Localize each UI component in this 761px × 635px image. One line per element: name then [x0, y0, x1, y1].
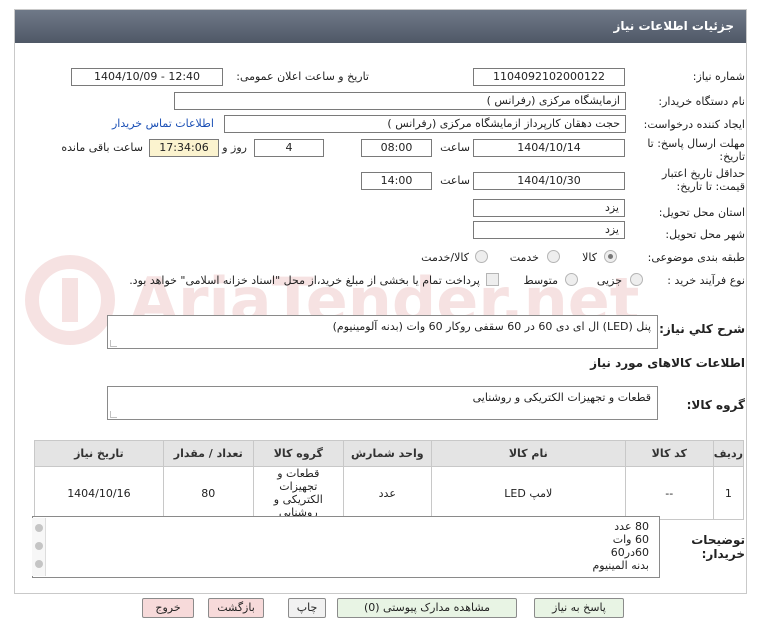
category-option-service: خدمت	[509, 251, 539, 264]
goods-group-text: قطعات و تجهیزات الکتریکی و روشنایی	[472, 391, 651, 404]
province-label: استان محل تحویل:	[658, 206, 745, 219]
table-header-row: ردیف کد کالا نام کالا واحد شمارش گروه کا…	[34, 440, 745, 467]
city-label: شهر محل تحویل:	[665, 228, 745, 241]
creator-field: حجت دهقان کارپرداز ازمایشگاه مرکزی (رفرا…	[224, 115, 626, 133]
cell-qty: 80	[162, 466, 254, 520]
deadline-date-field: 1404/10/14	[473, 139, 625, 157]
table-row: 1 -- لامپ LED عدد قطعات و تجهیزات الکتری…	[34, 466, 745, 520]
remaining-label: ساعت باقی مانده	[61, 141, 143, 154]
deadline-time-field: 08:00	[361, 139, 432, 157]
notes-scrollbar[interactable]	[32, 518, 46, 576]
category-option-goods: کالا	[582, 251, 597, 264]
treasury-note: پرداخت تمام یا بخشی از مبلغ خرید،از محل …	[129, 274, 480, 287]
province-field: یزد	[473, 199, 625, 217]
days-field: 4	[254, 139, 324, 157]
purchase-option-minor: جزیی	[596, 274, 622, 287]
col-header-unit: واحد شمارش	[342, 440, 432, 467]
category-option-goods-service: کالا/خدمت	[421, 251, 469, 264]
resize-handle-icon[interactable]	[110, 340, 117, 347]
validity-date-field: 1404/10/30	[473, 172, 625, 190]
notes-line: 60در60	[610, 546, 649, 559]
deadline-time-label: ساعت	[440, 141, 470, 154]
reply-button[interactable]: پاسخ به نیاز	[534, 598, 624, 618]
cell-date: 1404/10/16	[34, 466, 164, 520]
days-label: روز و	[222, 141, 247, 154]
attachments-button[interactable]: مشاهده مدارک پیوستی (0)	[337, 598, 517, 618]
purchase-option-medium: متوسط	[523, 274, 558, 287]
purchase-type-label: نوع فرآیند خرید :	[667, 274, 745, 287]
category-radio-goods-service[interactable]	[475, 250, 488, 263]
validity-time-field: 14:00	[361, 172, 432, 190]
col-header-code: کد کالا	[624, 440, 714, 467]
announce-label: تاریخ و ساعت اعلان عمومی:	[236, 70, 369, 83]
scroll-up-icon[interactable]	[35, 524, 43, 532]
city-field: یزد	[473, 221, 625, 239]
validity-time-label: ساعت	[440, 174, 470, 187]
description-box: پنل (LED) ال ای دی 60 در 60 سقفی روکار 6…	[107, 315, 658, 349]
notes-line: بدنه المینیوم	[592, 559, 649, 572]
purchase-radio-minor[interactable]	[630, 273, 643, 286]
deadline-label-2: تاریخ:	[719, 150, 745, 163]
announce-field: 1404/10/09 - 12:40	[71, 68, 223, 86]
goods-group-label: گروه کالا:	[686, 398, 745, 412]
purchase-radio-medium[interactable]	[565, 273, 578, 286]
cell-row-number: 1	[712, 466, 745, 520]
panel-header: جزئیات اطلاعات نیاز	[15, 10, 746, 43]
col-header-qty: تعداد / مقدار	[162, 440, 254, 467]
remaining-time-field: 17:34:06	[149, 139, 219, 157]
treasury-checkbox[interactable]	[486, 273, 499, 286]
cell-code: --	[624, 466, 714, 520]
deadline-label-1: مهلت ارسال پاسخ: تا	[647, 137, 745, 150]
validity-label-1: حداقل تاریخ اعتبار	[661, 167, 745, 180]
validity-label-2: قیمت: تا تاریخ:	[676, 180, 745, 193]
goods-group-box: قطعات و تجهیزات الکتریکی و روشنایی	[107, 386, 658, 420]
creator-label: ایجاد کننده درخواست:	[643, 118, 745, 131]
description-text: پنل (LED) ال ای دی 60 در 60 سقفی روکار 6…	[332, 320, 651, 333]
category-radio-goods[interactable]	[604, 250, 617, 263]
print-button[interactable]: چاپ	[288, 598, 326, 618]
description-label: شرح کلي نياز:	[659, 322, 745, 336]
resize-handle-icon[interactable]	[110, 411, 117, 418]
scroll-thumb-icon[interactable]	[35, 542, 43, 550]
notes-line: 60 وات	[612, 533, 649, 546]
goods-table: ردیف کد کالا نام کالا واحد شمارش گروه کا…	[34, 440, 745, 520]
panel-title: جزئیات اطلاعات نیاز	[613, 19, 734, 33]
scroll-down-icon[interactable]	[35, 560, 43, 568]
cell-unit: عدد	[342, 466, 432, 520]
goods-section-title: اطلاعات کالاهای مورد نیاز	[590, 356, 745, 370]
category-label: طبقه بندی موضوعی:	[647, 251, 745, 264]
buyer-notes-label-1: توضیحات	[691, 533, 745, 547]
buyer-contact-link[interactable]: اطلاعات تماس خریدار	[112, 117, 214, 130]
need-number-label: شماره نیاز:	[692, 70, 745, 83]
buyer-org-label: نام دستگاه خریدار:	[658, 95, 745, 108]
buyer-notes-box: 80 عدد 60 وات 60در60 بدنه المینیوم	[32, 516, 660, 578]
exit-button[interactable]: خروج	[142, 598, 194, 618]
buyer-notes-label-2: خریدار:	[701, 547, 745, 561]
col-header-name: نام کالا	[430, 440, 626, 467]
back-button[interactable]: بازگشت	[208, 598, 264, 618]
col-header-group: گروه کالا	[252, 440, 344, 467]
cell-group: قطعات و تجهیزات الکتریکی و روشنایی	[252, 466, 344, 520]
notes-line: 80 عدد	[614, 520, 649, 533]
need-number-field: 1104092102000122	[473, 68, 625, 86]
cell-name: لامپ LED	[430, 466, 626, 520]
col-header-date: تاریخ نیاز	[34, 440, 164, 467]
buyer-org-field: ازمایشگاه مرکزی (رفرانس )	[174, 92, 626, 110]
col-header-row-number: ردیف	[712, 440, 745, 467]
category-radio-service[interactable]	[547, 250, 560, 263]
